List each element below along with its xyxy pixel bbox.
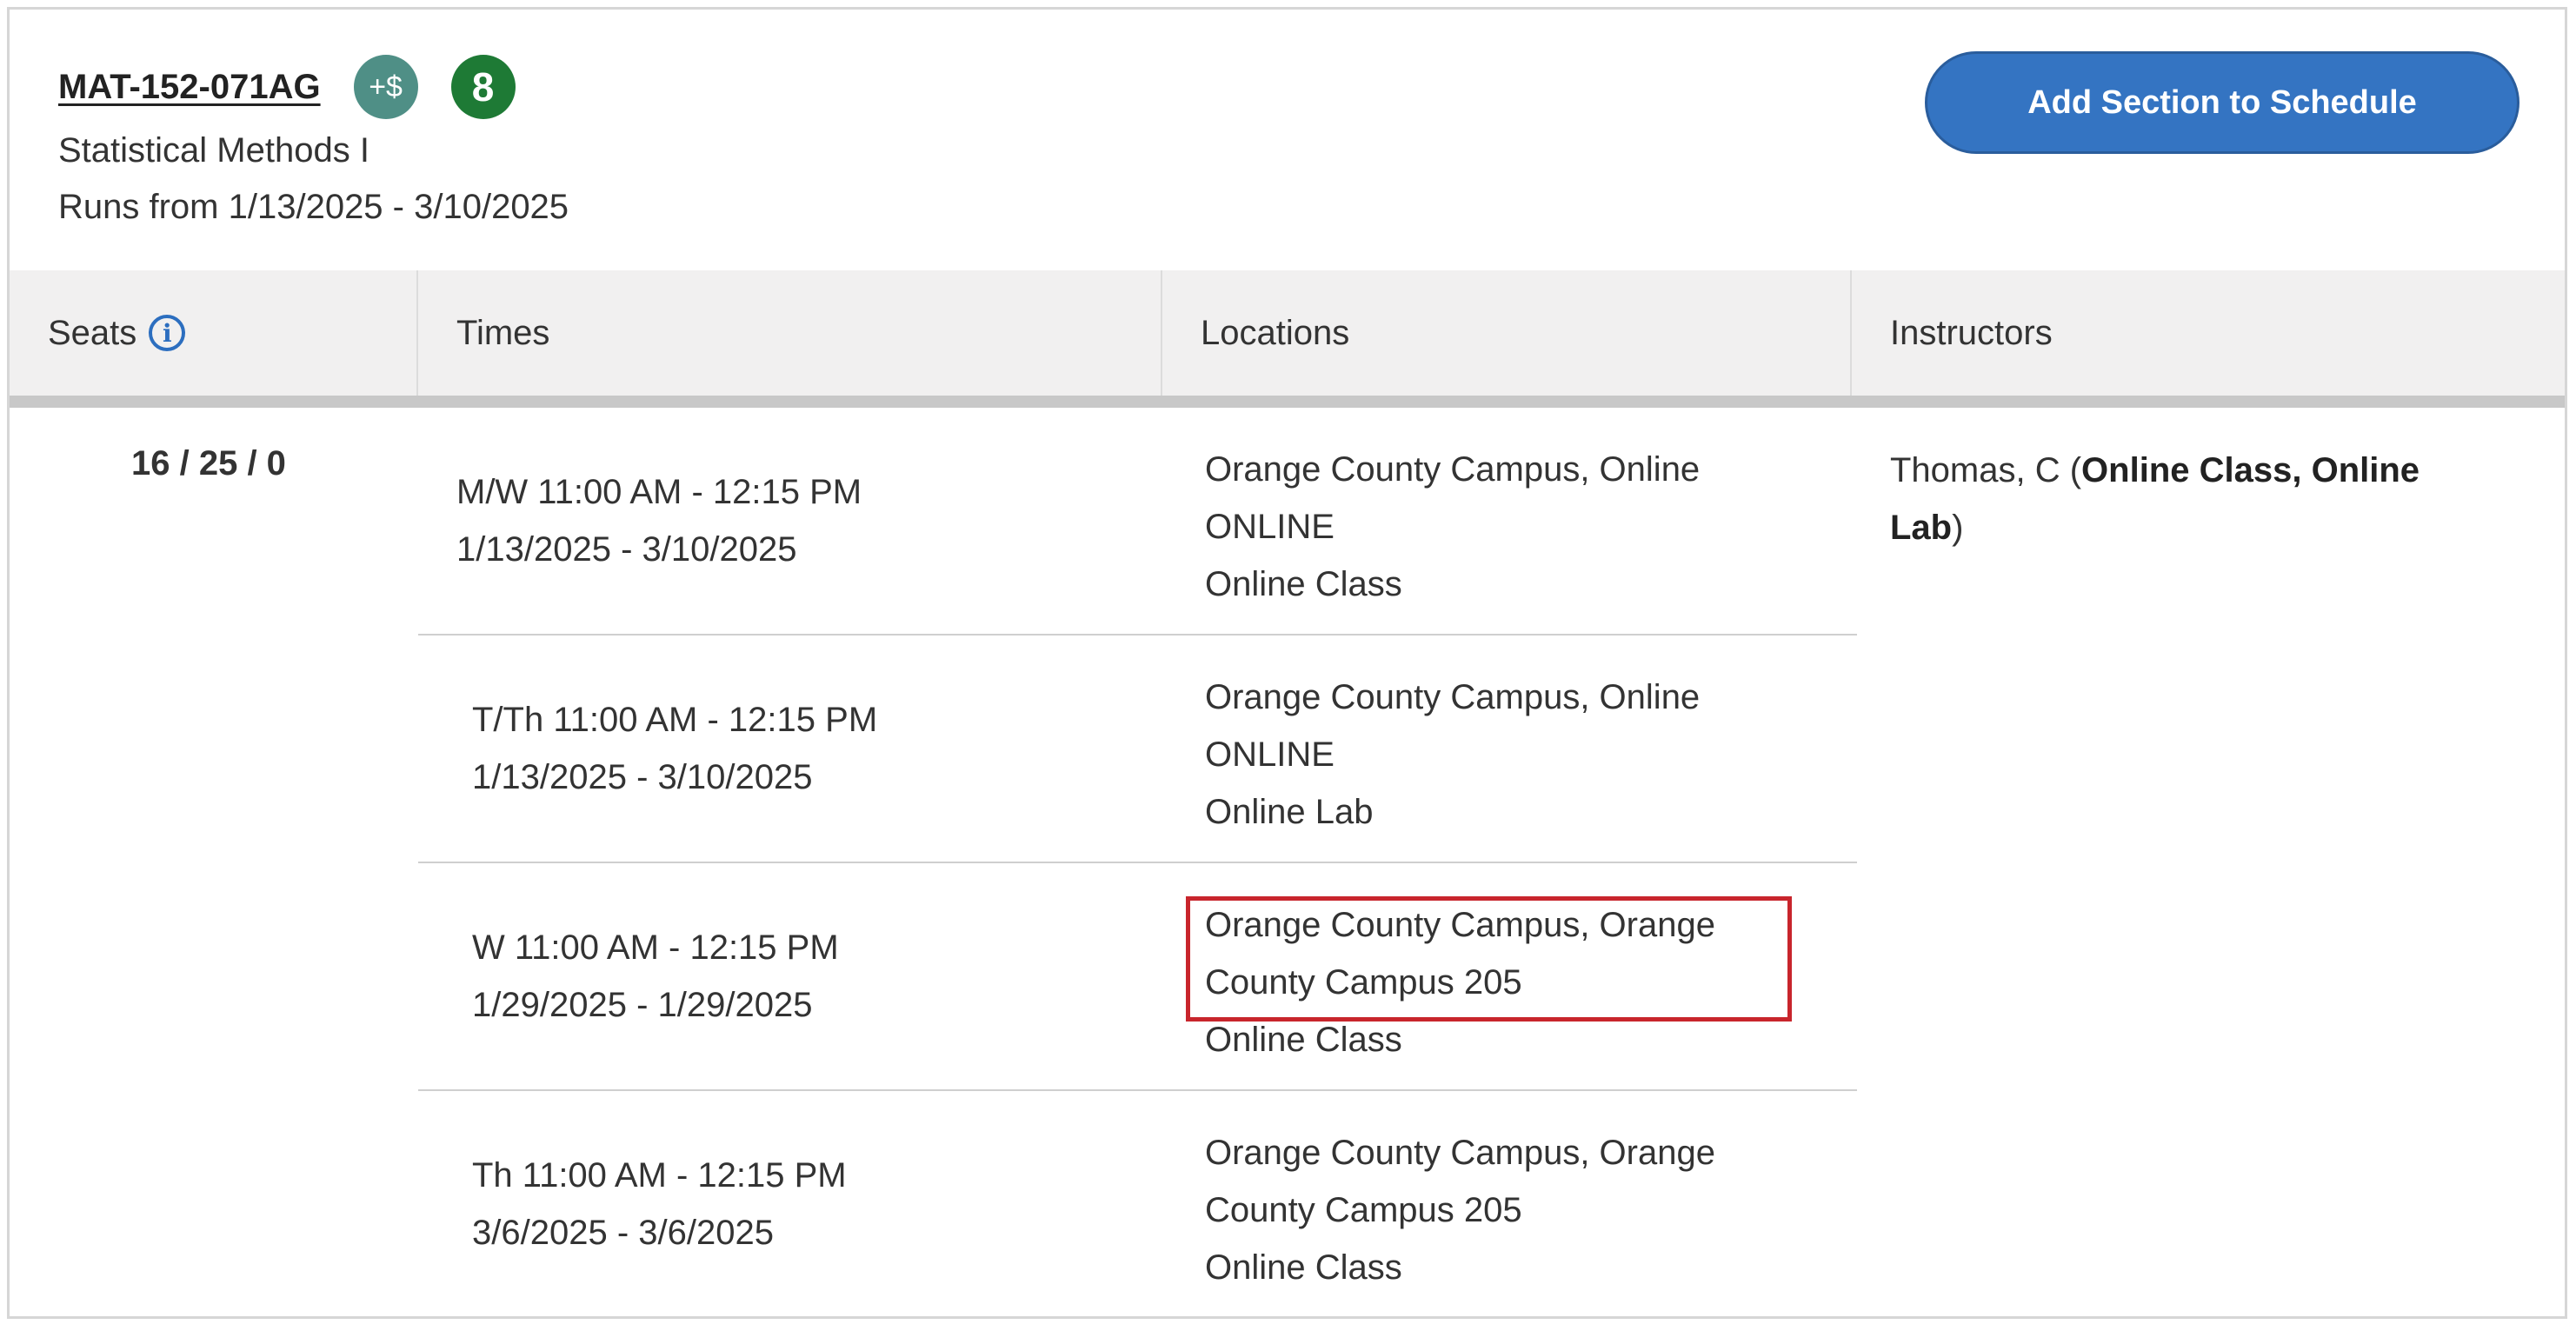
count-badge: 8	[450, 55, 516, 119]
meeting-days-time: W 11:00 AM - 12:15 PM	[472, 928, 839, 967]
location-line: Online Class	[1205, 565, 1402, 603]
column-divider	[416, 270, 418, 396]
seats-column-header: Seats i	[48, 270, 186, 396]
location-line: Online Lab	[1205, 793, 1374, 831]
course-line: MAT-152-071AG +$ 8	[58, 55, 516, 119]
meeting-location: Orange County Campus, Online ONLINE Onli…	[1205, 441, 1700, 613]
location-line: ONLINE	[1205, 735, 1335, 774]
meeting-days-time: Th 11:00 AM - 12:15 PM	[472, 1156, 847, 1195]
meeting-dates: 3/6/2025 - 3/6/2025	[472, 1214, 774, 1252]
add-section-button[interactable]: Add Section to Schedule	[1925, 51, 2519, 154]
column-divider	[1850, 270, 1852, 396]
section-card: MAT-152-071AG +$ 8 Statistical Methods I…	[7, 7, 2567, 1319]
location-line: County Campus 205	[1205, 1191, 1522, 1229]
meeting-dates: 1/13/2025 - 3/10/2025	[456, 530, 797, 569]
course-run-dates: Runs from 1/13/2025 - 3/10/2025	[58, 188, 569, 226]
instructor-name: Thomas, C (	[1890, 451, 2082, 489]
meeting-row: T/Th 11:00 AM - 12:15 PM 1/13/2025 - 3/1…	[418, 636, 1857, 863]
instructor-cell: Thomas, C (Online Class, Online Lab)	[1890, 442, 2499, 556]
table-header: Seats i Times Locations Instructors	[10, 270, 2565, 408]
highlight-box	[1186, 896, 1792, 1022]
meeting-days-time: T/Th 11:00 AM - 12:15 PM	[472, 701, 878, 739]
cost-badge-icon: +$	[353, 55, 418, 119]
meeting-row: Th 11:00 AM - 12:15 PM 3/6/2025 - 3/6/20…	[418, 1091, 1857, 1308]
location-line: Orange County Campus, Online	[1205, 678, 1701, 716]
meeting-dates: 1/29/2025 - 1/29/2025	[472, 986, 813, 1024]
course-title: Statistical Methods I	[58, 131, 369, 170]
instructors-column-header: Instructors	[1890, 313, 2053, 352]
meeting-location: Orange County Campus, Orange County Camp…	[1205, 1124, 1715, 1296]
course-code-link[interactable]: MAT-152-071AG	[58, 68, 321, 107]
seats-value: 16 / 25 / 0	[131, 444, 286, 482]
times-column-header: Times	[456, 313, 550, 352]
locations-column-header: Locations	[1201, 313, 1350, 352]
instructor-roles: Online Class, Online	[2081, 451, 2420, 489]
instructor-roles: Lab	[1890, 509, 1953, 547]
seats-header-label: Seats	[48, 313, 137, 352]
meeting-location: Orange County Campus, Online ONLINE Onli…	[1205, 669, 1700, 841]
column-divider	[1161, 270, 1162, 396]
meeting-dates: 1/13/2025 - 3/10/2025	[472, 758, 813, 796]
location-line: Online Class	[1205, 1248, 1402, 1287]
meeting-time: W 11:00 AM - 12:15 PM 1/29/2025 - 1/29/2…	[472, 919, 839, 1034]
location-line: ONLINE	[1205, 508, 1335, 546]
meeting-row: M/W 11:00 AM - 12:15 PM 1/13/2025 - 3/10…	[418, 408, 1857, 636]
section-header: MAT-152-071AG +$ 8 Statistical Methods I…	[10, 10, 2565, 273]
meeting-time: T/Th 11:00 AM - 12:15 PM 1/13/2025 - 3/1…	[472, 691, 877, 806]
instructor-close-paren: )	[1952, 509, 1964, 547]
location-line: Orange County Campus, Online	[1205, 450, 1701, 489]
meeting-time: M/W 11:00 AM - 12:15 PM 1/13/2025 - 3/10…	[456, 463, 862, 578]
location-line: Orange County Campus, Orange	[1205, 1134, 1715, 1172]
info-icon[interactable]: i	[149, 315, 186, 351]
meeting-time: Th 11:00 AM - 12:15 PM 3/6/2025 - 3/6/20…	[472, 1147, 847, 1261]
meeting-days-time: M/W 11:00 AM - 12:15 PM	[456, 473, 862, 511]
